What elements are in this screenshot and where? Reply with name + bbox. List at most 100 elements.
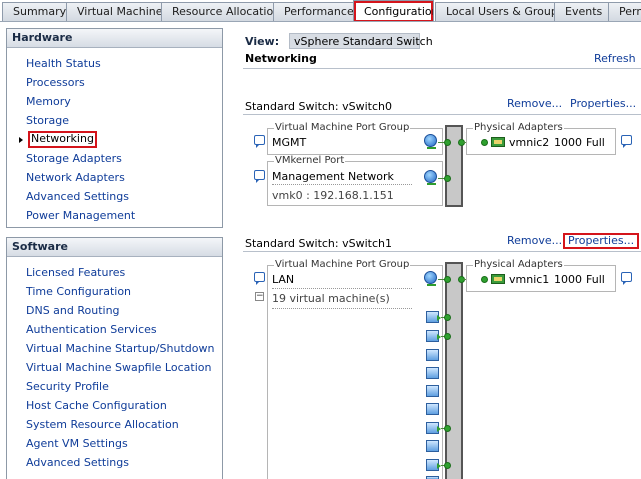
vmnic1-nic-icon — [491, 274, 505, 284]
vswitch1-adapters-box: Physical Adapters vmnic1 1000 Full — [466, 259, 616, 292]
management-network-icon — [424, 170, 437, 185]
nav-power-management[interactable]: Power Management — [26, 208, 135, 224]
lan-legend: Virtual Machine Port Group — [274, 259, 411, 270]
vmnic1-speed: 1000 — [554, 273, 582, 286]
nav-advanced-settings[interactable]: Advanced Settings — [26, 189, 129, 205]
vm-icon[interactable] — [426, 349, 439, 361]
vm-icon[interactable] — [426, 459, 441, 471]
mgmt-network-icon — [424, 134, 437, 149]
lan-separator-2 — [272, 308, 412, 309]
vmnic1-node — [481, 276, 488, 283]
selected-arrow-icon — [19, 137, 23, 143]
mgmt-port-group-box: Virtual Machine Port Group MGMT — [267, 122, 443, 155]
tab-bar: Summary Virtual Machines Resource Alloca… — [0, 0, 641, 22]
vmkernel-legend: VMkernel Port — [274, 155, 346, 166]
vswitch0-properties-link[interactable]: Properties... — [570, 97, 636, 110]
networking-title: Networking — [245, 52, 317, 65]
management-network-box: VMkernel Port Management Network vmk0 : … — [267, 155, 443, 206]
nav-network-adapters[interactable]: Network Adapters — [26, 170, 125, 186]
header-divider — [243, 68, 641, 69]
nav-licensed-features[interactable]: Licensed Features — [26, 265, 125, 281]
lan-vm-count: 19 virtual machine(s) — [272, 292, 390, 305]
vswitch1-node-lan — [444, 276, 451, 283]
vswitch0-node-mgmt — [444, 139, 451, 146]
nav-security-profile[interactable]: Security Profile — [26, 379, 109, 395]
vm-icon[interactable] — [426, 403, 439, 415]
vm-node — [444, 314, 451, 321]
tab-events[interactable]: Events — [554, 2, 611, 21]
vmnic2-node — [481, 139, 488, 146]
lan-separator — [272, 288, 412, 289]
vmnic2-nic-icon — [491, 137, 505, 147]
vswitch1-adapters-legend: Physical Adapters — [473, 259, 564, 270]
mgmt-info-icon[interactable] — [254, 135, 265, 148]
mgmt-legend: Virtual Machine Port Group — [274, 122, 411, 133]
vm-icon[interactable] — [426, 311, 441, 323]
vswitch1-remove-link[interactable]: Remove... — [507, 234, 562, 247]
vswitch0-node-management — [444, 175, 451, 182]
mgmt-name: MGMT — [272, 136, 307, 149]
management-network-separator — [272, 184, 412, 185]
lan-port-group-box: Virtual Machine Port Group LAN 19 virtua… — [267, 259, 443, 479]
vmnic1-duplex: Full — [586, 273, 605, 286]
software-header: Software — [7, 238, 222, 257]
vswitch0-title: Standard Switch: vSwitch0 — [245, 100, 392, 113]
nav-memory[interactable]: Memory — [26, 94, 71, 110]
nav-system-resource-allocation[interactable]: System Resource Allocation — [26, 417, 179, 433]
vmnic2-info-icon[interactable] — [621, 135, 632, 148]
nav-host-cache-configuration[interactable]: Host Cache Configuration — [26, 398, 167, 414]
vm-icon[interactable] — [426, 422, 441, 434]
nav-agent-vm-settings[interactable]: Agent VM Settings — [26, 436, 128, 452]
management-network-info-icon[interactable] — [254, 170, 265, 183]
vmnic1-info-icon[interactable] — [621, 272, 632, 285]
nav-dns-routing[interactable]: DNS and Routing — [26, 303, 120, 319]
nav-storage-adapters[interactable]: Storage Adapters — [26, 151, 122, 167]
view-label: View: — [245, 35, 280, 48]
tab-virtual-machines[interactable]: Virtual Machines — [66, 2, 164, 21]
vm-icon[interactable] — [426, 385, 439, 397]
vswitch1-title: Standard Switch: vSwitch1 — [245, 237, 392, 250]
vswitch1-switch-bar — [445, 262, 463, 479]
vswitch0-adapters-box: Physical Adapters vmnic2 1000 Full — [466, 122, 616, 155]
lan-name: LAN — [272, 273, 295, 286]
hardware-header: Hardware — [7, 29, 222, 48]
tab-permissions[interactable]: Perm — [608, 2, 641, 21]
vswitch0-switch-bar — [445, 125, 463, 207]
collapse-vm-list-button[interactable]: − — [255, 292, 264, 301]
vmnic2-speed: 1000 — [554, 136, 582, 149]
lan-network-icon — [424, 271, 437, 286]
vswitch0-adapters-legend: Physical Adapters — [473, 122, 564, 133]
nav-authentication-services[interactable]: Authentication Services — [26, 322, 157, 338]
view-selector[interactable]: vSphere Standard Switch — [289, 33, 433, 49]
tab-summary[interactable]: Summary — [2, 2, 69, 21]
vm-icon[interactable] — [426, 330, 441, 342]
nav-vm-swapfile-location[interactable]: Virtual Machine Swapfile Location — [26, 360, 211, 376]
vm-node — [444, 333, 451, 340]
tab-performance[interactable]: Performance — [273, 2, 354, 21]
vmnic2-duplex: Full — [586, 136, 605, 149]
vswitch0-remove-link[interactable]: Remove... — [507, 97, 562, 110]
nav-time-configuration[interactable]: Time Configuration — [26, 284, 131, 300]
tab-resource-allocation[interactable]: Resource Allocation — [161, 2, 276, 21]
vswitch1-properties-link[interactable]: Properties... — [563, 233, 640, 249]
tab-configuration[interactable]: Configuration — [353, 0, 434, 21]
vswitch1-divider — [243, 251, 641, 252]
vmk0-address: vmk0 : 192.168.1.151 — [272, 189, 394, 202]
vm-icon[interactable] — [426, 367, 439, 379]
vm-icon[interactable] — [426, 440, 439, 452]
nav-storage[interactable]: Storage — [26, 113, 69, 129]
vm-node — [444, 425, 451, 432]
refresh-link[interactable]: Refresh — [594, 52, 636, 65]
nav-processors[interactable]: Processors — [26, 75, 85, 91]
management-network-name: Management Network — [272, 170, 394, 183]
lan-info-icon[interactable] — [254, 272, 265, 285]
tab-local-users-groups[interactable]: Local Users & Groups — [435, 2, 557, 21]
nav-vm-startup-shutdown[interactable]: Virtual Machine Startup/Shutdown — [26, 341, 214, 357]
vmnic2-name: vmnic2 — [509, 136, 550, 149]
nav-networking[interactable]: Networking — [28, 131, 97, 148]
nav-software-advanced-settings[interactable]: Advanced Settings — [26, 455, 129, 471]
vm-node — [444, 462, 451, 469]
vmnic1-name: vmnic1 — [509, 273, 550, 286]
vswitch0-divider — [243, 114, 641, 115]
nav-health-status[interactable]: Health Status — [26, 56, 101, 72]
